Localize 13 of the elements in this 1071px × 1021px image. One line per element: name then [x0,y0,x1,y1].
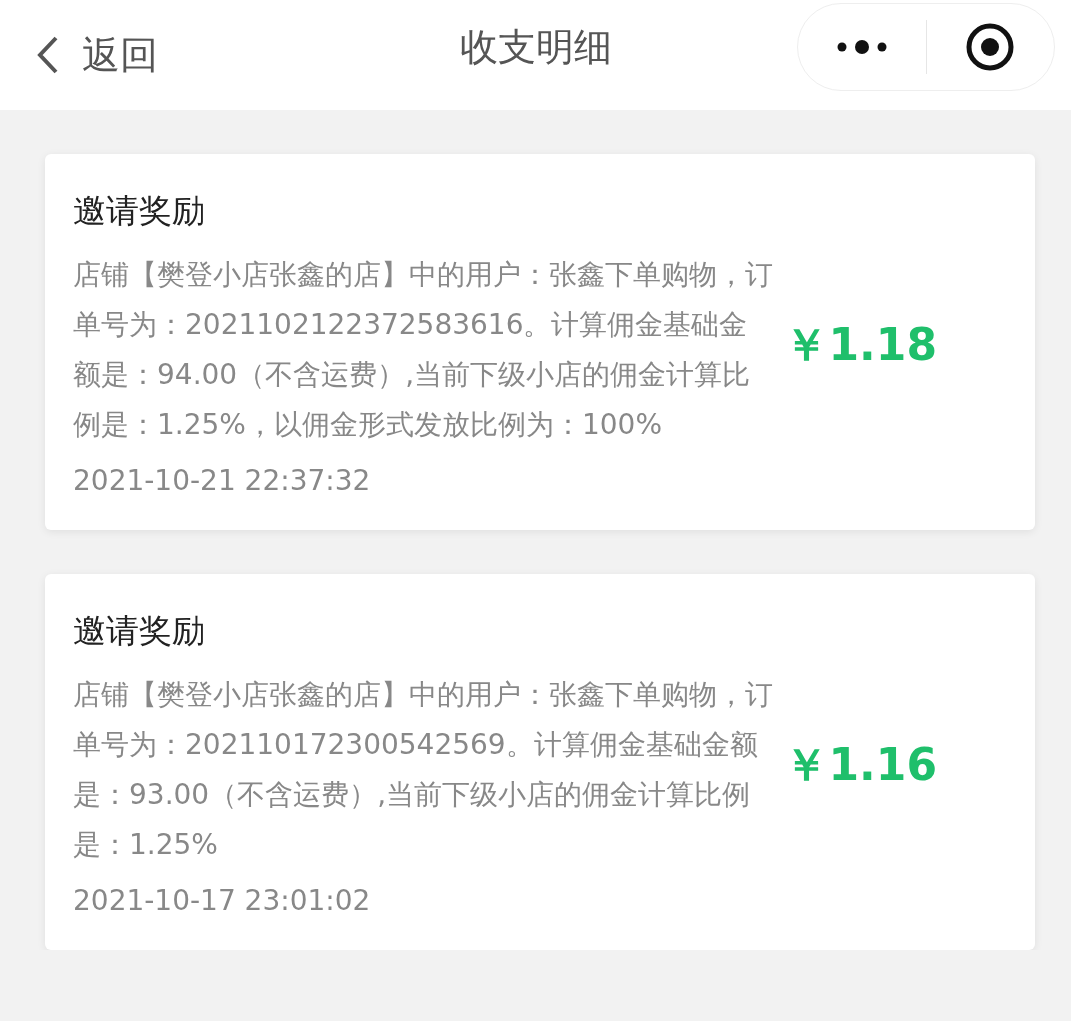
back-icon [36,35,60,75]
record-amount: ￥1.18 [784,317,937,372]
record-description: 店铺【樊登小店张鑫的店】中的用户：张鑫下单购物，订单号为：202110172300542569。计算佣金基础金额是：93.00（不含运费）,当前下级小店的佣金计算比例是：1.25% [73,677,773,863]
page-title: 收支明细 [459,23,612,71]
record-time: 2021-10-21 22:37:32 [73,463,372,499]
record-time: 2021-10-17 23:01:02 [73,883,372,919]
record-title: 邀请奖励 [73,190,206,232]
record-description: 店铺【樊登小店张鑫的店】中的用户：张鑫下单购物，订单号为：2021102122372583616。计算佣金基础金额是：94.00（不含运费）,当前下级小店的佣金计算比例是：1.25%，以佣金形式发放比例为：100% [73,257,773,443]
back-button[interactable]: 返回 [36,29,158,81]
target-icon [965,22,1016,72]
record-title: 邀请奖励 [73,610,206,652]
record-amount: ￥1.16 [784,737,937,792]
more-icon [835,39,888,55]
